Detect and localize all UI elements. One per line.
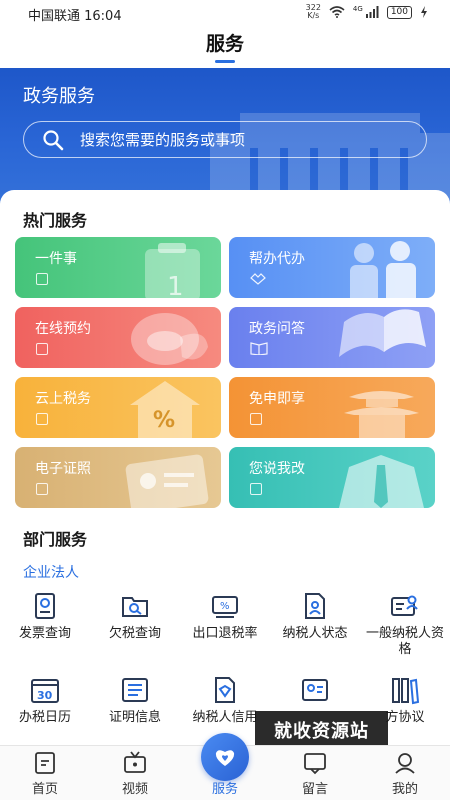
nav-label: 视频: [121, 782, 148, 797]
dept-label: 发票查询: [18, 626, 71, 641]
dept-item-id-service[interactable]: [270, 675, 360, 710]
dept-label: 证明信息: [108, 710, 161, 725]
dept-label: 欠税查询: [108, 626, 161, 641]
search-placeholder: 搜索您需要的服务或事项: [80, 131, 246, 149]
nav-message[interactable]: 留言: [280, 750, 350, 797]
tile-free-apply[interactable]: 免申即享: [229, 377, 435, 438]
chat-bubble-icon: [131, 313, 208, 365]
tile-one-thing[interactable]: 一件事 1: [15, 237, 221, 298]
id-card-small-icon: [36, 483, 48, 495]
id-badge-icon: [302, 679, 328, 701]
tax-icon: [36, 413, 48, 425]
nav-home[interactable]: 首页: [10, 750, 80, 797]
tile-label: 电子证照: [35, 461, 91, 477]
certificate-icon: [122, 678, 148, 702]
charging-icon: [421, 6, 427, 18]
search-icon: [43, 129, 64, 150]
tile-online-booking[interactable]: 在线预约: [15, 307, 221, 368]
tile-label: 在线预约: [35, 321, 91, 337]
page-title: 服务: [205, 33, 244, 55]
nav-label: 我的: [391, 782, 418, 797]
edit-icon: [250, 483, 262, 495]
status-bar: 中国联通 16:04 322 K/s 4G 100: [0, 0, 450, 26]
signal-icon: [365, 6, 379, 18]
dept-item-tax-arrears[interactable]: 欠税查询: [90, 591, 180, 642]
open-book-icon: [339, 309, 426, 357]
banner: 政务服务 搜索您需要的服务或事项: [0, 68, 450, 208]
dept-label: 办税日历: [18, 710, 71, 725]
doc-icon: [36, 273, 48, 285]
user-doc-icon: [305, 593, 325, 619]
folder-search-icon: [122, 597, 148, 617]
tile-assist-service[interactable]: 帮办代办: [229, 237, 435, 298]
network-speed: 322 K/s: [305, 3, 321, 20]
nav-label: 留言: [301, 782, 328, 797]
home-icon: [35, 752, 55, 774]
person-tie-icon: [339, 455, 424, 508]
book-icon: [250, 342, 268, 355]
binders-icon: [392, 678, 420, 705]
dept-services-title: 部门服务: [23, 530, 88, 549]
title-underline: [215, 60, 235, 63]
tile-feedback[interactable]: 您说我改: [229, 447, 435, 508]
battery-indicator: 100: [386, 5, 412, 19]
svg-text:30: 30: [37, 689, 53, 702]
dept-item-invoice-query[interactable]: 发票查询: [0, 591, 90, 642]
nav-profile[interactable]: 我的: [370, 750, 440, 797]
dept-category-tab[interactable]: 企业法人: [23, 562, 79, 582]
heart-hands-icon: [215, 750, 235, 766]
status-icons: 322 K/s 4G 100: [306, 4, 428, 20]
clipboard-icon: 1: [145, 243, 200, 298]
dept-item-tax-calendar[interactable]: 30 办税日历: [0, 675, 90, 726]
house-percent-icon: %: [130, 381, 200, 438]
pagoda-icon: [344, 391, 419, 438]
hot-services-title: 热门服务: [23, 211, 88, 230]
tile-cloud-tax[interactable]: 云上税务 %: [15, 377, 221, 438]
tile-label: 云上税务: [35, 391, 91, 407]
handshake-icon: [250, 273, 266, 285]
user-card-icon: [391, 595, 418, 616]
id-card-icon: [125, 454, 209, 508]
content-card: 热门服务 一件事 1 帮办代办 在线预约 政务问答 云上税务 % 免申即享 电子…: [0, 190, 450, 750]
tile-label: 帮办代办: [249, 251, 305, 267]
building-icon: [250, 413, 262, 425]
service-center-button[interactable]: [201, 733, 249, 781]
dept-item-export-rebate[interactable]: % 出口退税率: [180, 591, 270, 642]
network-type: 4G: [352, 5, 363, 13]
dept-item-certificate-info[interactable]: 证明信息: [90, 675, 180, 726]
wifi-icon: [329, 6, 345, 18]
people-icon: [350, 241, 416, 298]
nav-label: 首页: [31, 782, 58, 797]
banner-title: 政务服务: [23, 86, 95, 107]
carrier-time: 中国联通 16:04: [28, 9, 122, 24]
invoice-icon: [35, 593, 55, 619]
user-icon: [395, 753, 415, 774]
svg-text:%: %: [153, 408, 175, 433]
dept-item-taxpayer-status[interactable]: 纳税人状态: [270, 591, 360, 642]
svg-text:%: %: [220, 601, 230, 612]
tile-label: 您说我改: [249, 461, 305, 477]
dept-item-general-taxpayer[interactable]: 一般纳税人资格: [360, 591, 450, 658]
tile-label: 一件事: [35, 251, 77, 267]
dept-label: 出口退税率: [192, 626, 258, 641]
form-icon: [36, 343, 48, 355]
dept-label: 纳税人状态: [282, 626, 348, 641]
message-icon: [304, 753, 326, 775]
svg-text:1: 1: [167, 272, 184, 298]
rebate-rate-icon: %: [212, 596, 238, 618]
tile-e-license[interactable]: 电子证照: [15, 447, 221, 508]
tv-icon: [124, 751, 146, 773]
dept-label: 一般纳税人资格: [365, 626, 444, 657]
calendar-icon: 30: [31, 679, 59, 703]
credit-icon: [215, 677, 235, 703]
tile-gov-qa[interactable]: 政务问答: [229, 307, 435, 368]
tile-label: 政务问答: [249, 321, 305, 337]
page-header: 服务: [0, 26, 450, 68]
nav-video[interactable]: 视频: [100, 750, 170, 797]
tile-label: 免申即享: [249, 391, 305, 407]
search-input[interactable]: 搜索您需要的服务或事项: [23, 121, 427, 158]
